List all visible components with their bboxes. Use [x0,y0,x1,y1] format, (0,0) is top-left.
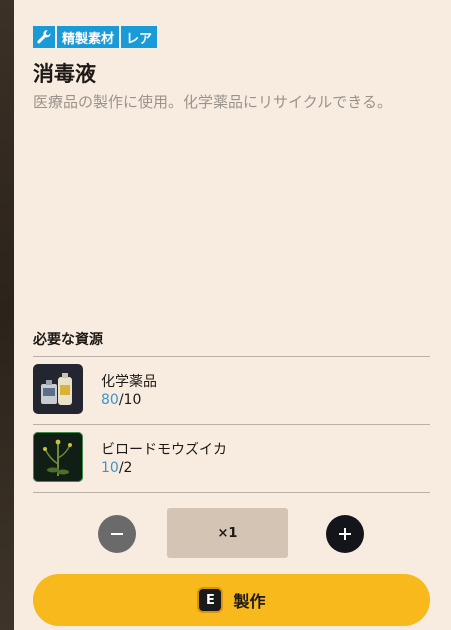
increase-quantity-button[interactable] [326,515,364,553]
mullein-plant-icon [33,432,83,482]
resource-name: ビロードモウズイカ [101,442,227,458]
requirements-heading: 必要な資源 [33,332,103,348]
wrench-icon [33,26,55,48]
quantity-display: ×1 [167,508,288,558]
item-tags: 精製素材 レア [33,26,158,48]
minus-icon [111,533,123,535]
key-hint-badge: E [197,587,224,613]
item-title: 消毒液 [33,62,96,86]
decrease-quantity-button[interactable] [98,515,136,553]
divider [33,424,430,425]
resource-count: 10/2 [101,460,133,476]
divider [33,492,430,493]
item-description: 医療品の製作に使用。化学薬品にリサイクルできる。 [33,93,392,111]
chemicals-icon [33,364,83,414]
resource-name: 化学薬品 [101,374,157,390]
craft-button[interactable]: E 製作 [33,574,430,626]
tag-rarity: レア [121,26,158,48]
craft-label: 製作 [233,592,266,611]
background [0,0,14,630]
resource-row: ビロードモウズイカ 10/2 [33,432,430,498]
tag-category: 精製素材 [57,26,120,48]
plus-icon [339,528,351,540]
resource-row: 化学薬品 80/10 [33,364,430,430]
divider [33,356,430,357]
crafting-panel: 精製素材 レア 消毒液 医療品の製作に使用。化学薬品にリサイクルできる。 必要な… [14,0,451,630]
resource-count: 80/10 [101,392,142,408]
